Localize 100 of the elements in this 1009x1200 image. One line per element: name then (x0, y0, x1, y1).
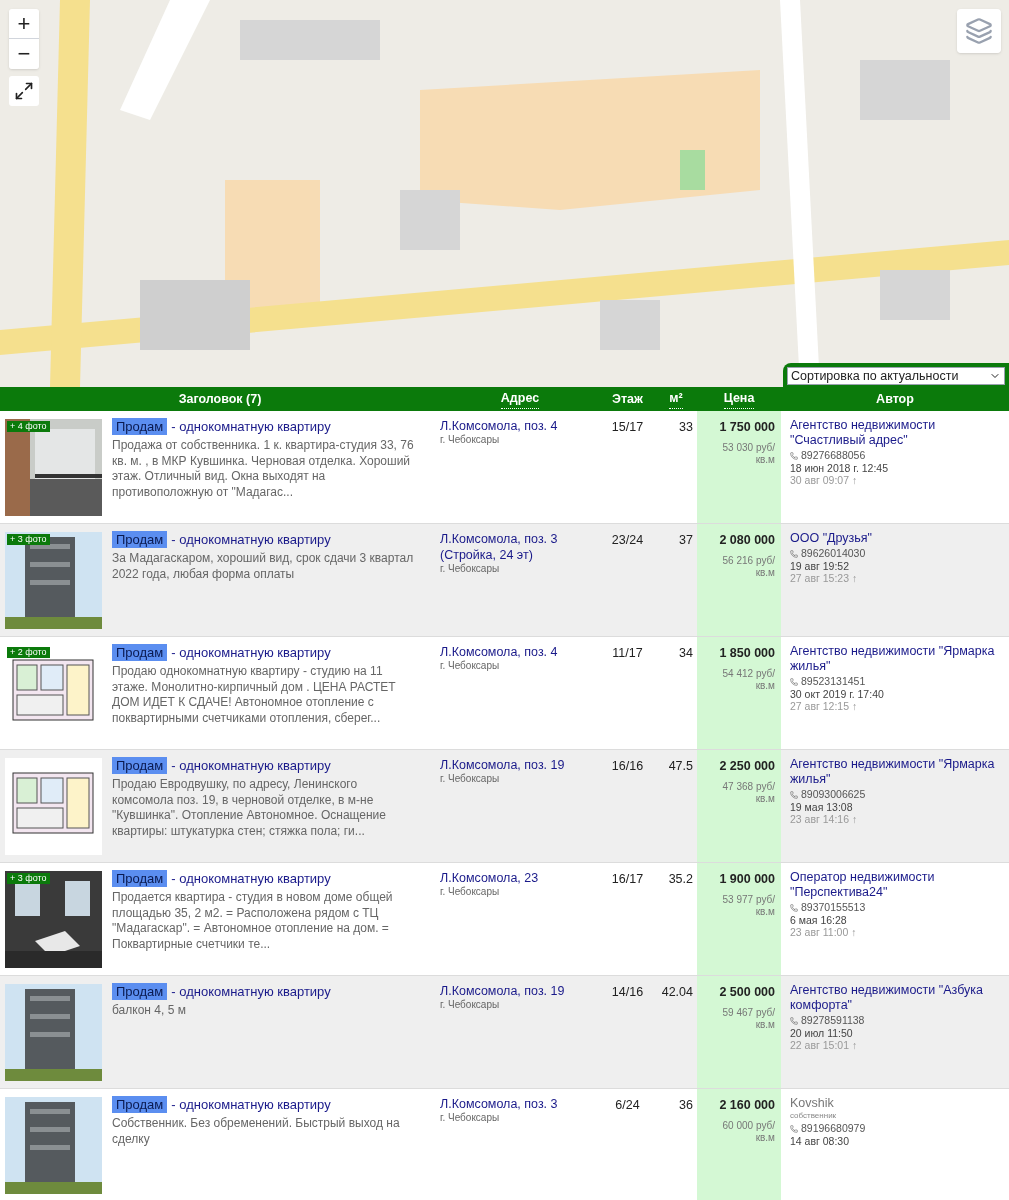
sale-tag[interactable]: Продам (112, 757, 168, 774)
phone-icon (790, 451, 798, 460)
zoom-in-button[interactable]: + (9, 9, 39, 39)
phone-icon (790, 677, 798, 686)
price-text: 1 850 000 (718, 645, 775, 662)
column-header-link[interactable]: м² (669, 389, 683, 409)
sale-tag[interactable]: Продам (112, 983, 168, 1000)
address-link[interactable]: Л.Комсомола, поз. 3 (440, 1096, 600, 1112)
date-text: 14 авг 08:30 (790, 1135, 851, 1147)
sort-dropdown[interactable]: Сортировка по актуальности (787, 367, 1005, 385)
phone-text: 89278591138 (801, 1014, 865, 1027)
update-date-text: 27 авг 12:15 ↑ (790, 700, 859, 712)
listing-description: балкон 4, 5 м (112, 1003, 187, 1019)
area-text: 37 (678, 532, 694, 549)
listing-description: Продаю однокомнатную квартиру - студию на 11 этаже. Монолитно-кирпичный дом . ЦЕНА РАСТЕТ ДОМ ИДЕТ К СДАЧЕ! Автономное отопление с поквартирными счетчиками отопления, сберег... (112, 664, 397, 726)
floor-text: 14/16 (610, 984, 645, 1001)
floor-text: 6/24 (614, 1097, 641, 1114)
sale-tag[interactable]: Продам (112, 644, 168, 661)
author-link[interactable]: Агентство недвижимости "Азбука комфорта" (790, 983, 1003, 1013)
column-header-link[interactable]: Адрес (500, 389, 540, 409)
date-text: 19 мая 13:08 (790, 801, 854, 813)
photo-count-badge: + 3 фото (7, 534, 50, 545)
city-text: г. Чебоксары (440, 1112, 501, 1124)
photo-count-badge: + 4 фото (7, 421, 50, 432)
listing-title-link[interactable]: - однокомнатную квартиру (171, 870, 331, 887)
phone-icon (790, 549, 798, 558)
column-header: Заголовок (7) (178, 390, 262, 408)
listing-title-link[interactable]: - однокомнатную квартиру (171, 644, 331, 661)
column-header-link[interactable]: Цена (723, 389, 755, 409)
author-link[interactable]: Агентство недвижимости "Ярмарка жилья" (790, 644, 1003, 674)
price-per-meter-text: 59 467 руб/кв.м (721, 1006, 775, 1031)
listing-title-link[interactable]: - однокомнатную квартиру (171, 983, 331, 1000)
date-text: 6 мая 16:28 (790, 914, 848, 926)
listing-title-link[interactable]: - однокомнатную квартиру (171, 418, 331, 435)
city-text: г. Чебоксары (440, 563, 501, 575)
area-text: 47.5 (667, 758, 694, 775)
price-per-meter-text: 56 216 руб/кв.м (721, 554, 775, 579)
listing-description: Собственник. Без обременений. Быстрый выход на сделку (112, 1116, 401, 1147)
photo-count-badge: + 3 фото (7, 873, 50, 884)
floor-text: 23/24 (610, 532, 645, 549)
sale-tag[interactable]: Продам (112, 1096, 168, 1113)
author-link[interactable]: Оператор недвижимости "Перспектива24" (790, 870, 1003, 900)
floor-text: 16/17 (610, 871, 645, 888)
date-text: 20 июл 11:50 (790, 1027, 854, 1039)
listing-description: Продажа от собственника. 1 к. квартира-студия 33, 76 кв. м. , в МКР Кувшинка. Черновая отделка. Хороший этаж. Отличный вид. Окна выходят на противоположную от "Мадагас... (112, 438, 415, 500)
phone-icon (790, 1124, 798, 1133)
area-text: 34 (678, 645, 694, 662)
phone-icon (790, 903, 798, 912)
area-text: 42.04 (660, 984, 694, 1001)
sale-tag[interactable]: Продам (112, 870, 168, 887)
author-name: Kovshik (790, 1096, 835, 1111)
address-link[interactable]: Л.Комсомола, поз. 4 (440, 644, 600, 660)
update-date-text: 30 авг 09:07 ↑ (790, 474, 859, 486)
address-link[interactable]: Л.Комсомола, поз. 4 (440, 418, 600, 434)
city-text: г. Чебоксары (440, 886, 501, 898)
listing-title-link[interactable]: - однокомнатную квартиру (171, 531, 331, 548)
price-per-meter-text: 53 977 руб/кв.м (721, 893, 775, 918)
author-link[interactable]: Агентство недвижимости "Счастливый адрес" (790, 418, 1003, 448)
price-text: 1 750 000 (718, 419, 775, 436)
address-link[interactable]: Л.Комсомола, 23 (440, 870, 600, 886)
floor-text: 16/16 (610, 758, 645, 775)
phone-text: 89626014030 (801, 547, 866, 560)
price-per-meter-text: 54 412 руб/кв.м (721, 667, 775, 692)
zoom-out-button[interactable]: − (9, 39, 39, 69)
listing-title-link[interactable]: - однокомнатную квартиру (171, 1096, 331, 1113)
phone-text: 89370155513 (801, 901, 866, 914)
date-text: 18 июн 2018 г. 12:45 (790, 462, 889, 474)
price-per-meter-text: 60 000 руб/кв.м (721, 1119, 775, 1144)
update-date-text: 27 авг 15:23 ↑ (790, 572, 859, 584)
listing-title-link[interactable]: - однокомнатную квартиру (171, 757, 331, 774)
address-link[interactable]: Л.Комсомола, поз. 19 (440, 757, 600, 773)
price-text: 2 080 000 (718, 532, 775, 549)
price-text: 2 500 000 (718, 984, 775, 1001)
layers-button[interactable] (957, 9, 1001, 53)
sale-tag[interactable]: Продам (112, 531, 168, 548)
price-text: 2 160 000 (718, 1097, 775, 1114)
update-date-text: 23 авг 11:00 ↑ (790, 926, 858, 938)
phone-text: 89196680979 (801, 1122, 866, 1135)
city-text: г. Чебоксары (440, 773, 501, 785)
date-text: 30 окт 2019 г. 17:40 (790, 688, 885, 700)
author-link[interactable]: ООО "Друзья" (790, 531, 1003, 546)
price-per-meter-text: 47 368 руб/кв.м (721, 780, 775, 805)
column-header: Этаж (612, 390, 643, 408)
layers-icon (965, 17, 993, 45)
address-link[interactable]: Л.Комсомола, поз. 3 (Стройка, 24 эт) (440, 531, 600, 563)
price-text: 2 250 000 (718, 758, 775, 775)
fullscreen-button[interactable] (9, 76, 39, 106)
phone-icon (790, 790, 798, 799)
sale-tag[interactable]: Продам (112, 418, 168, 435)
listing-description: Продаю Евродвушку, по адресу, Ленинского комсомола поз. 19, в черновой отделке, в м-не "Кувшинка". Отопление Автономное. Оснащение квартиры: штукатурка стен; стяжка пола; ги... (112, 777, 387, 839)
update-date-text: 23 авг 14:16 ↑ (790, 813, 859, 825)
author-link[interactable]: Агентство недвижимости "Ярмарка жилья" (790, 757, 1003, 787)
listing-description: За Мадагаскаром, хороший вид, срок сдачи 3 квартал 2022 года, любая форма оплаты (112, 551, 415, 582)
price-text: 1 900 000 (718, 871, 775, 888)
area-text: 33 (678, 419, 694, 436)
area-text: 35.2 (667, 871, 694, 888)
address-link[interactable]: Л.Комсомола, поз. 19 (440, 983, 600, 999)
photo-count-badge: + 2 фото (7, 647, 50, 658)
fullscreen-icon (14, 81, 34, 101)
phone-text: 89523131451 (801, 675, 866, 688)
